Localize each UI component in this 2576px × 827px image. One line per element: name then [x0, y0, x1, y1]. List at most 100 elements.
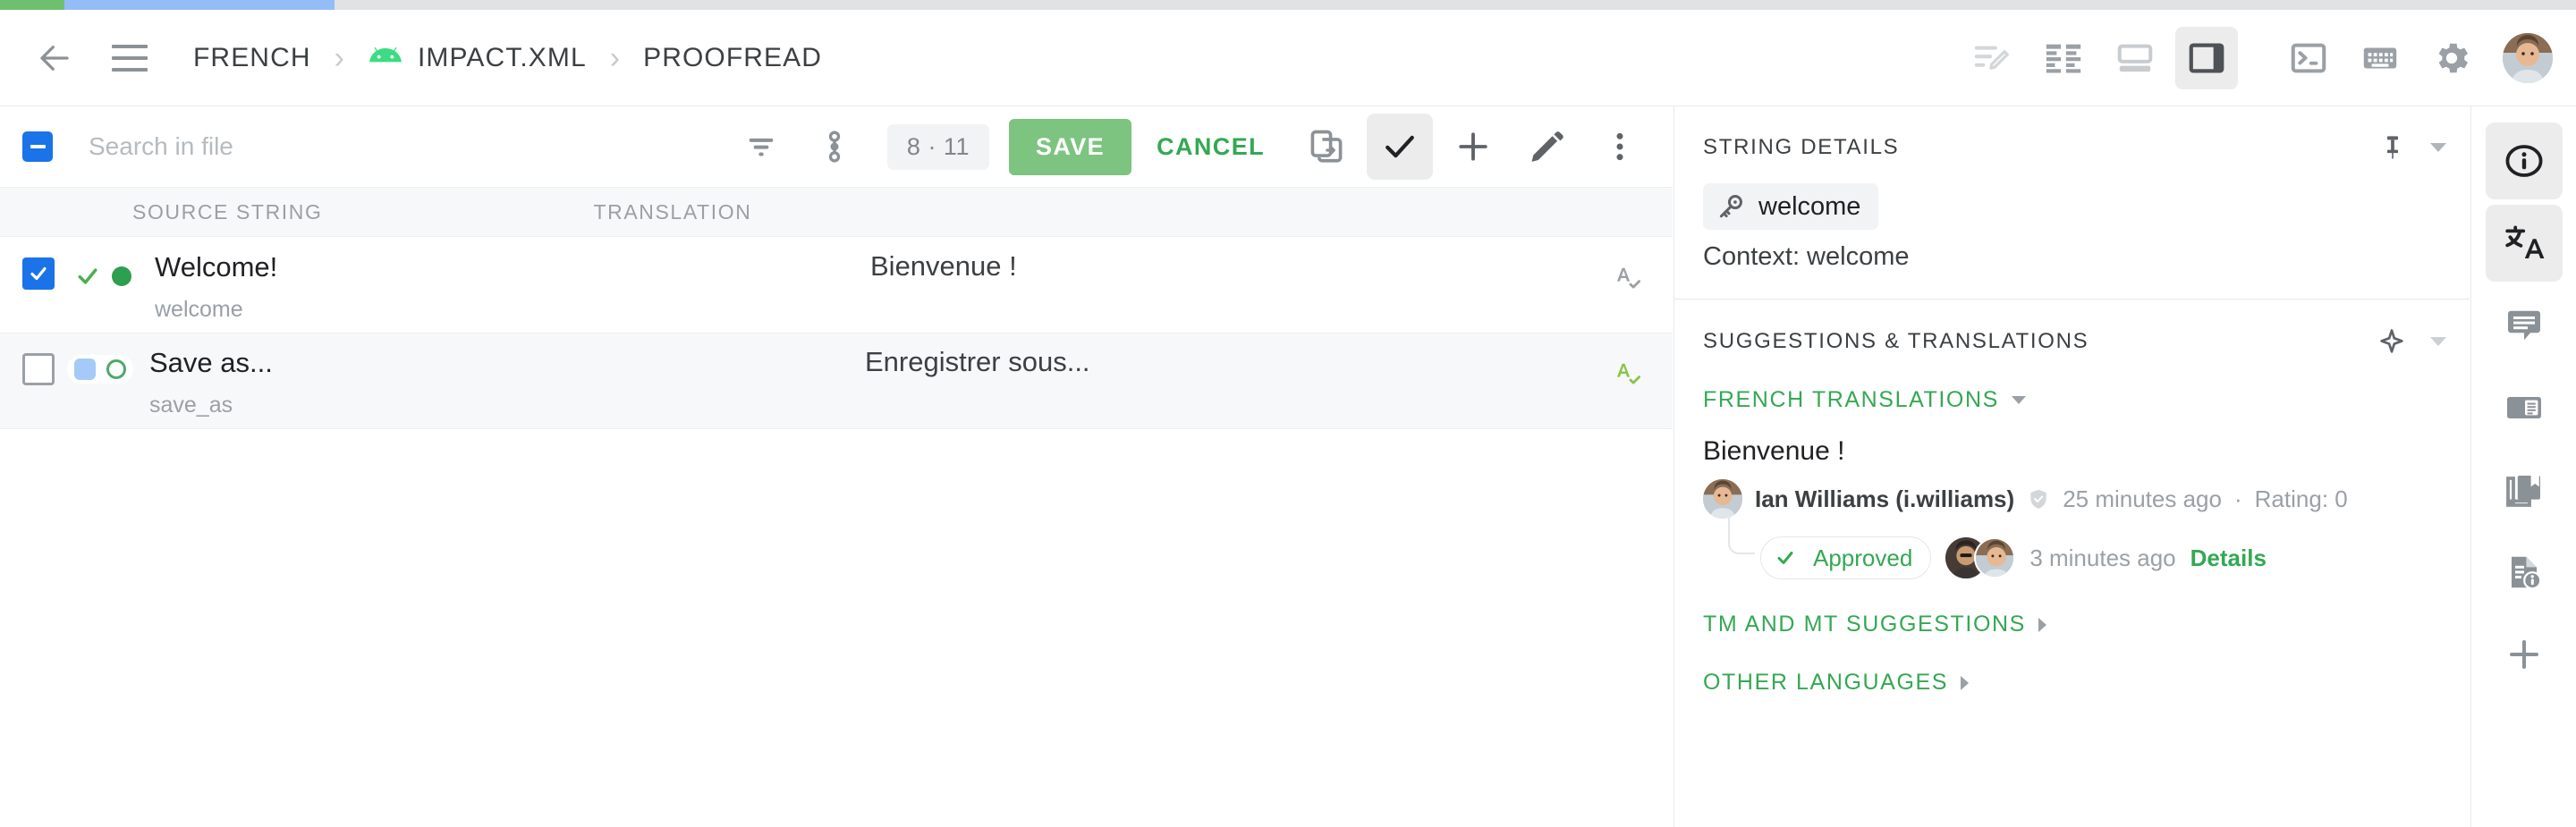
row-checkbox[interactable]: [22, 257, 55, 290]
rail-item-file-info[interactable]: [2486, 534, 2563, 611]
chevron-down-icon[interactable]: [2430, 143, 2446, 152]
keyboard-button[interactable]: [2349, 27, 2411, 89]
keyboard-icon: [2363, 47, 2397, 68]
rail-item-add[interactable]: [2486, 616, 2563, 693]
avatar: [1974, 537, 2016, 578]
pin-icon: [2387, 136, 2398, 159]
more-vertical-icon: [1616, 132, 1623, 161]
suggestions-section: SUGGESTIONS & TRANSLATIONS FRENCH TRANSL…: [1674, 300, 2470, 722]
save-button[interactable]: SAVE: [1008, 118, 1132, 175]
suggestion-translation-text[interactable]: Bienvenue !: [1703, 436, 2470, 467]
suggestion-meta: Ian Williams (i.williams) 25 minutes ago…: [1703, 479, 2470, 519]
rail-item-glossary[interactable]: [2486, 451, 2563, 528]
progress-segment-translated: [64, 0, 335, 10]
rail-item-translate[interactable]: [2485, 205, 2563, 282]
select-all-checkbox[interactable]: [22, 131, 53, 162]
split-columns-icon: [2046, 44, 2081, 72]
copy-to-device-button[interactable]: [1293, 114, 1360, 180]
breadcrumb-separator: ›: [334, 40, 344, 75]
string-key-text: welcome: [1758, 191, 1861, 221]
french-translations-label: FRENCH TRANSLATIONS: [1703, 387, 1999, 412]
chevron-down-icon: [2011, 396, 2026, 404]
copy-to-device-icon: [1310, 130, 1343, 163]
edit-lines-button[interactable]: [1961, 27, 2023, 89]
progress-segment-approved: [0, 0, 64, 10]
spellcheck-button[interactable]: [1612, 357, 1642, 392]
breadcrumb-separator-2: ›: [609, 40, 621, 75]
approved-check-circle: [1770, 543, 1801, 573]
filter-button[interactable]: [728, 114, 794, 180]
column-header-source: SOURCE STRING: [132, 199, 323, 224]
approved-label: Approved: [1813, 544, 1913, 571]
settings-button[interactable]: [2420, 27, 2483, 89]
edit-button[interactable]: [1513, 114, 1580, 180]
row-status-group: [67, 259, 139, 293]
approve-button[interactable]: [1367, 114, 1433, 180]
tm-mt-suggestions-toggle[interactable]: TM AND MT SUGGESTIONS: [1674, 579, 2470, 637]
pin-button[interactable]: [2378, 133, 2407, 162]
breadcrumb-item-language[interactable]: FRENCH: [193, 43, 311, 73]
auto-suggest-button[interactable]: [2377, 326, 2407, 357]
spellcheck-icon: [1616, 267, 1641, 289]
french-translations-group-toggle[interactable]: FRENCH TRANSLATIONS: [1703, 387, 2026, 413]
string-key-chip[interactable]: welcome: [1703, 183, 1879, 230]
key-icon: [1719, 195, 1742, 218]
horizontal-layout-button[interactable]: [2104, 27, 2166, 89]
string-details-title: STRING DETAILS: [1703, 135, 1900, 159]
app-root: FRENCH › IMPACT.XML › PROOFREAD Search i…: [0, 0, 2576, 827]
right-icon-rail: [2470, 106, 2576, 827]
sort-range-icon: [828, 131, 841, 163]
translate-icon: [2504, 225, 2544, 258]
details-panel: STRING DETAILS welcome Context: welcome …: [1674, 106, 2470, 827]
source-string-key: welcome: [155, 296, 243, 322]
source-string-text: Save as...: [149, 347, 273, 378]
search-input[interactable]: [89, 132, 500, 161]
chevron-right-icon: [1961, 675, 1970, 690]
hamburger-menu-icon: [112, 44, 148, 72]
approve-check-icon: [1385, 135, 1414, 158]
rail-item-comments[interactable]: [2486, 287, 2563, 364]
rail-item-info[interactable]: [2485, 122, 2563, 199]
side-panel-layout-icon: [2189, 43, 2224, 72]
thread-connector: [1728, 515, 1755, 554]
row-source-cell: Welcome! welcome: [155, 238, 870, 323]
check-icon: [1777, 552, 1793, 564]
cancel-button[interactable]: CANCEL: [1131, 119, 1290, 175]
terminal-button[interactable]: [2277, 27, 2340, 89]
breadcrumb-item-mode[interactable]: PROOFREAD: [643, 43, 822, 73]
rail-item-article[interactable]: [2486, 369, 2563, 446]
side-panel-layout-button[interactable]: [2175, 26, 2238, 89]
breadcrumb-item-file[interactable]: IMPACT.XML: [418, 43, 587, 73]
header-left: FRENCH › IMPACT.XML › PROOFREAD: [0, 27, 1961, 89]
chevron-down-icon[interactable]: [2430, 337, 2446, 346]
more-options-button[interactable]: [1587, 114, 1653, 180]
table-row[interactable]: Save as... save_as Enregistrer sous...: [0, 333, 1673, 429]
menu-button[interactable]: [98, 27, 161, 89]
string-details-section: STRING DETAILS welcome Context: welcome: [1674, 106, 2470, 300]
back-button[interactable]: [23, 27, 86, 89]
verified-shield-icon: [2030, 489, 2046, 509]
in-progress-status-square: [74, 359, 96, 380]
file-info-icon: [2511, 556, 2541, 590]
row-translation-cell[interactable]: Enregistrer sous...: [865, 333, 1545, 378]
column-header-translation: TRANSLATION: [593, 199, 752, 224]
user-avatar[interactable]: [2503, 32, 2553, 83]
edit-pencil-icon: [1531, 131, 1563, 162]
row-checkbox[interactable]: [22, 353, 55, 385]
split-columns-button[interactable]: [2032, 27, 2095, 89]
table-header: SOURCE STRING TRANSLATION: [0, 187, 1673, 237]
approved-time: 3 minutes ago: [2029, 544, 2176, 571]
table-row[interactable]: Welcome! welcome Bienvenue !: [0, 238, 1673, 333]
string-context-text: Context: welcome: [1703, 242, 1910, 271]
spellcheck-button[interactable]: [1612, 261, 1642, 296]
approved-status-badge: Approved: [1760, 536, 1932, 579]
add-string-button[interactable]: [1440, 114, 1506, 180]
translation-text: Enregistrer sous...: [865, 346, 1090, 377]
string-counter: 8 · 11: [886, 123, 989, 170]
row-translation-cell[interactable]: Bienvenue !: [870, 238, 1550, 283]
details-link[interactable]: Details: [2190, 544, 2267, 572]
other-languages-toggle[interactable]: OTHER LANGUAGES: [1674, 637, 2470, 722]
avatar-image: [1703, 479, 1742, 519]
sort-range-button[interactable]: [801, 114, 868, 180]
suggestion-author[interactable]: Ian Williams (i.williams): [1755, 485, 2014, 513]
